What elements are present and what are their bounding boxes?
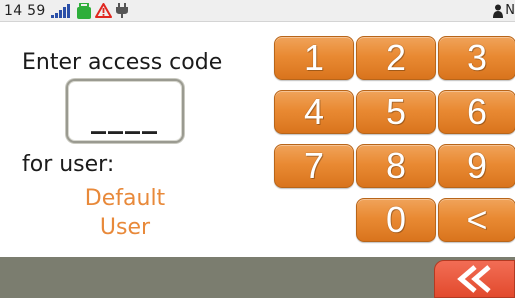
keypad-key-label: 0	[385, 199, 407, 240]
keypad-key-9[interactable]: 9	[438, 144, 515, 188]
status-time: 14 59	[4, 2, 46, 19]
user-name-line2: User	[99, 215, 151, 240]
battery-icon	[76, 2, 91, 19]
keypad-key-6[interactable]: 6	[438, 90, 515, 134]
keypad-key-2[interactable]: 2	[356, 36, 436, 80]
access-code-value: ____	[91, 99, 159, 135]
back-button[interactable]	[434, 260, 515, 298]
keypad-key-label: 8	[385, 145, 407, 186]
keypad-key-label: 6	[466, 91, 488, 132]
keypad-key-0[interactable]: 0	[356, 198, 436, 242]
keypad-key-label: 4	[303, 91, 325, 132]
keypad-backspace-key[interactable]: <	[438, 198, 515, 242]
user-name-line1: Default	[84, 186, 166, 211]
keypad-key-label: 5	[385, 91, 407, 132]
keypad-key-label: 2	[385, 37, 407, 78]
keypad-key-label: 9	[466, 145, 488, 186]
access-code-prompt: Enter access code	[22, 50, 223, 75]
keypad-key-7[interactable]: 7	[274, 144, 354, 188]
power-plug-icon	[115, 3, 128, 18]
user-name[interactable]: Default User	[66, 184, 184, 242]
keypad-key-1[interactable]: 1	[274, 36, 354, 80]
signal-bars-icon	[50, 3, 70, 18]
keypad-key-4[interactable]: 4	[274, 90, 354, 134]
keypad-key-8[interactable]: 8	[356, 144, 436, 188]
keypad-key-5[interactable]: 5	[356, 90, 436, 134]
status-icons	[50, 2, 128, 19]
keypad-key-label: 1	[303, 37, 325, 78]
status-bar: 14 59 N	[0, 0, 515, 22]
warning-icon	[94, 3, 112, 18]
for-user-label: for user:	[22, 152, 115, 177]
keypad-key-label: 3	[466, 37, 488, 78]
person-icon	[493, 4, 504, 18]
status-user: N	[493, 3, 515, 18]
keypad-key-label: 7	[303, 145, 325, 186]
double-chevron-left-icon	[456, 265, 491, 293]
keypad-key-3[interactable]: 3	[438, 36, 515, 80]
status-user-text: N	[505, 3, 515, 18]
access-code-field[interactable]: ____	[66, 79, 184, 143]
keypad-key-label: <	[466, 199, 488, 240]
